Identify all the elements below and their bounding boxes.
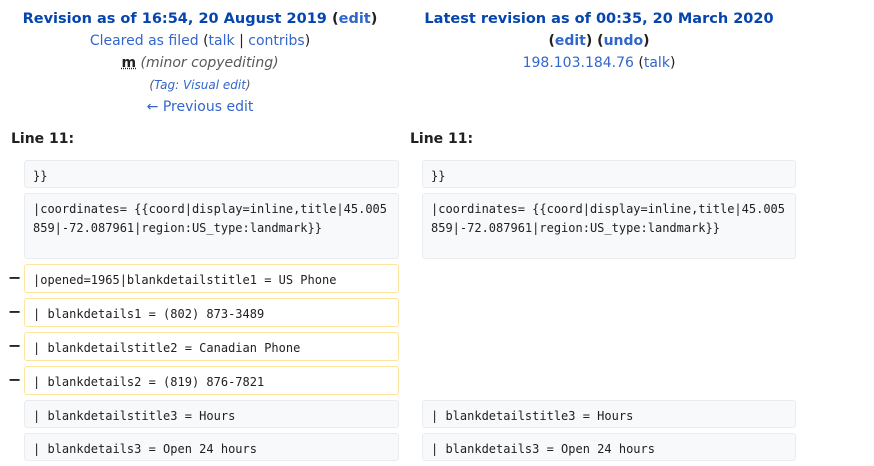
new-revision-title: Latest revision as of 00:35, 20 March 20… bbox=[400, 8, 798, 30]
context-cell-right: | blankdetails3 = Open 24 hours bbox=[422, 433, 796, 461]
deleted-cell: | blankdetails1 = (802) 873-3489 bbox=[24, 298, 399, 327]
old-revision-link[interactable]: Revision as of 16:54, 20 August 2019 bbox=[23, 11, 327, 27]
deleted-cell: |opened=1965|blankdetailstitle1 = US Pho… bbox=[24, 264, 399, 293]
context-cell-right: |coordinates= {{coord|display=inline,tit… bbox=[422, 193, 796, 259]
context-cell-left: |coordinates= {{coord|display=inline,tit… bbox=[24, 193, 399, 259]
minor-edit-mark: m bbox=[121, 55, 137, 71]
new-revision-actions: (edit) (undo) bbox=[548, 33, 650, 49]
new-revision-header: Latest revision as of 00:35, 20 March 20… bbox=[400, 8, 798, 74]
edit-summary: (minor copyediting) bbox=[140, 55, 279, 71]
old-user-talk-link[interactable]: talk bbox=[209, 33, 235, 49]
tag-link[interactable]: Tag: bbox=[154, 78, 183, 92]
edit-tags: (Tag: Visual edit) bbox=[149, 78, 251, 92]
diff-line-number-right: Line 11: bbox=[410, 131, 474, 147]
old-user-link[interactable]: Cleared as filed bbox=[90, 33, 199, 49]
context-cell-left: }} bbox=[24, 160, 399, 188]
context-cell-right: | blankdetailstitle3 = Hours bbox=[422, 400, 796, 428]
new-revision-user: 198.103.184.76 (talk) bbox=[522, 55, 676, 71]
undo-link[interactable]: undo bbox=[604, 33, 644, 49]
context-cell-left: | blankdetails3 = Open 24 hours bbox=[24, 433, 399, 461]
old-user-contribs-link[interactable]: contribs bbox=[248, 33, 304, 49]
old-revision-title: Revision as of 16:54, 20 August 2019 (ed… bbox=[22, 11, 378, 27]
new-revision-link[interactable]: Latest revision as of 00:35, 20 March 20… bbox=[424, 11, 773, 27]
old-revision-summary: m (minor copyediting) bbox=[0, 52, 400, 74]
deleted-line-marker: − bbox=[8, 302, 22, 321]
old-revision-edit-link[interactable]: edit bbox=[339, 11, 371, 27]
deleted-line-marker: − bbox=[8, 370, 22, 389]
deleted-line-marker: − bbox=[8, 268, 22, 287]
deleted-line-marker: − bbox=[8, 336, 22, 355]
tag-value-link[interactable]: Visual edit bbox=[183, 78, 246, 92]
old-revision-header: Revision as of 16:54, 20 August 2019 (ed… bbox=[0, 8, 400, 118]
new-user-link[interactable]: 198.103.184.76 bbox=[523, 55, 634, 71]
previous-edit-link[interactable]: ← Previous edit bbox=[147, 99, 254, 115]
deleted-cell: | blankdetails2 = (819) 876-7821 bbox=[24, 366, 399, 395]
diff-line-number-left: Line 11: bbox=[11, 131, 75, 147]
context-cell-left: | blankdetailstitle3 = Hours bbox=[24, 400, 399, 428]
deleted-cell: | blankdetailstitle2 = Canadian Phone bbox=[24, 332, 399, 361]
new-user-talk-link[interactable]: talk bbox=[644, 55, 670, 71]
old-revision-user: Cleared as filed (talk | contribs) bbox=[89, 33, 311, 49]
new-revision-edit-link[interactable]: edit bbox=[555, 33, 586, 49]
context-cell-right: }} bbox=[422, 160, 796, 188]
